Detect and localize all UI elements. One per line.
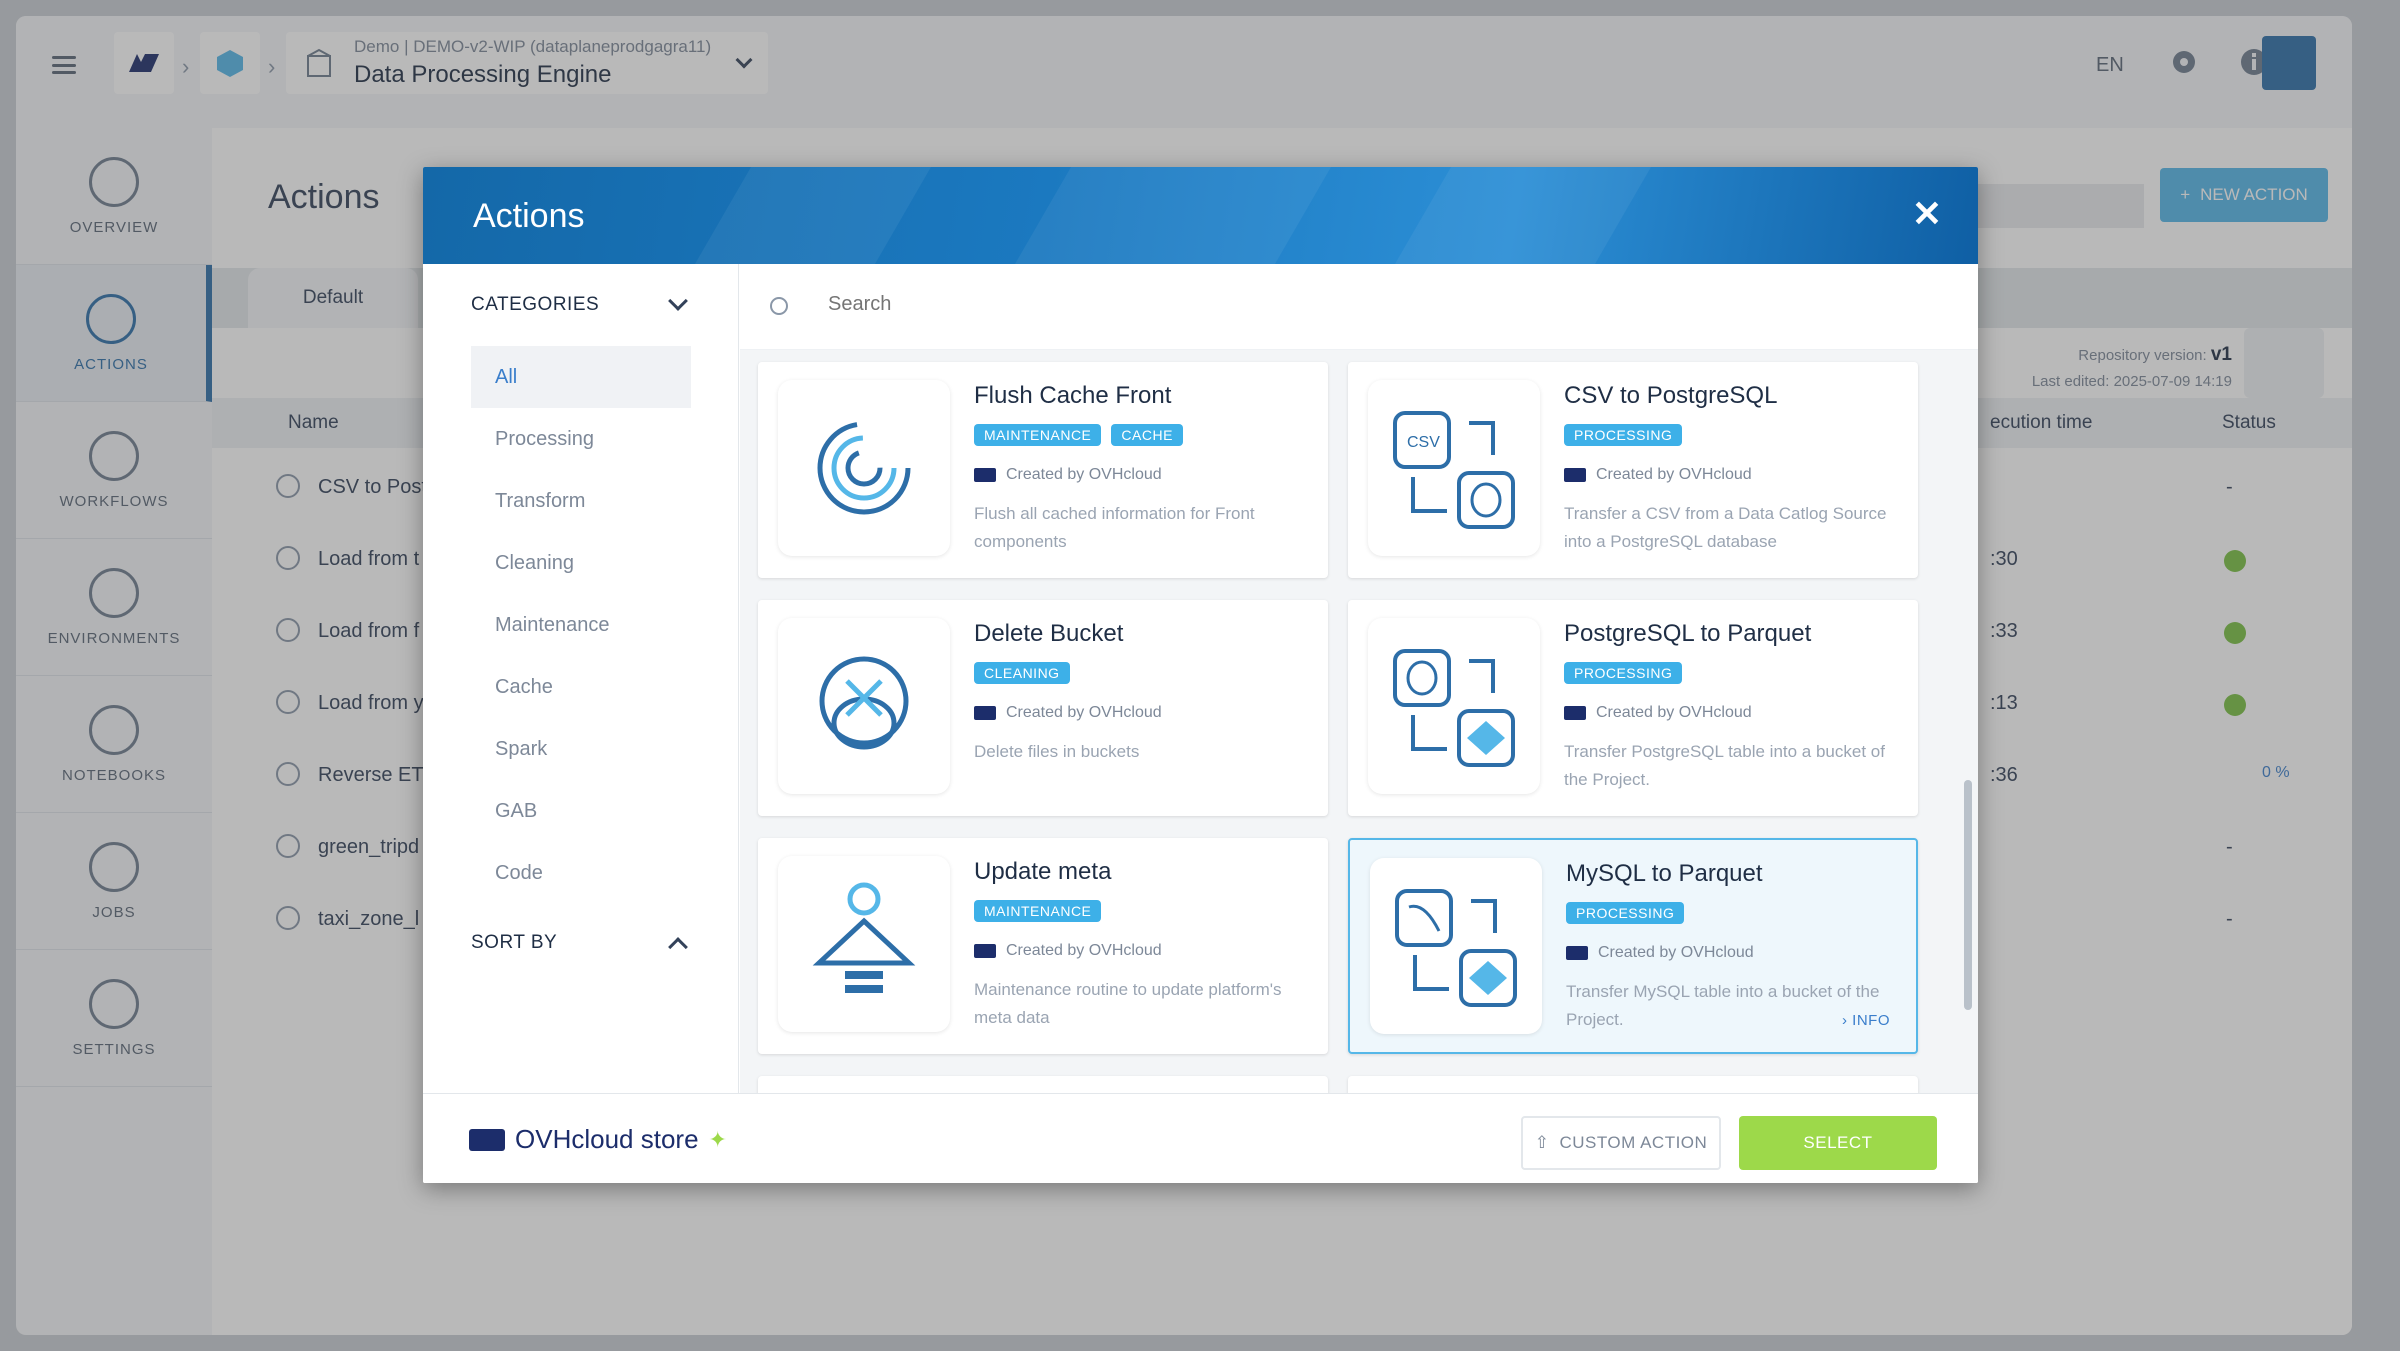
ovh-logo-icon: [469, 1128, 505, 1151]
upload-icon: ⇧: [1534, 1133, 1550, 1152]
tag-badge: PROCESSING: [1566, 902, 1685, 924]
card-description: Maintenance routine to update platform's…: [974, 980, 1282, 1027]
modal-footer: OVHcloud store ✦ ⇧ CUSTOM ACTION SELECT: [423, 1093, 1978, 1183]
category-spark[interactable]: Spark: [471, 718, 691, 780]
svg-text:CSV: CSV: [1407, 434, 1440, 451]
card-author: Created by OVHcloud: [1006, 942, 1162, 959]
modal-title: Actions: [473, 197, 585, 235]
ovh-logo-icon: [974, 706, 996, 720]
tag-badge: MAINTENANCE: [974, 424, 1102, 446]
ovh-logo-icon: [974, 468, 996, 482]
card-title: PostgreSQL to Parquet: [1564, 620, 1812, 647]
category-cache[interactable]: Cache: [471, 656, 691, 718]
action-card[interactable]: Delete Bucket CLEANING Created by OVHclo…: [758, 600, 1328, 816]
chevron-right-icon: ›: [1841, 1012, 1848, 1029]
categories-header[interactable]: CATEGORIES: [471, 294, 599, 316]
ovh-logo-icon: [1566, 946, 1588, 960]
card-author: Created by OVHcloud: [1006, 466, 1162, 483]
card-title: Delete Bucket: [974, 620, 1124, 647]
close-icon[interactable]: ✕: [1912, 193, 1942, 235]
modal-header: Actions ✕: [423, 167, 1978, 264]
search-icon: [770, 297, 788, 315]
category-sidebar: CATEGORIES All Processing Transform Clea…: [423, 264, 739, 1093]
select-button[interactable]: SELECT: [1739, 1116, 1937, 1170]
tag-badge: CLEANING: [974, 662, 1070, 684]
chevron-down-icon[interactable]: [668, 291, 688, 311]
card-description: Delete files in buckets: [974, 742, 1140, 761]
category-gab[interactable]: GAB: [471, 780, 691, 842]
action-card[interactable]: Flush Cache Front MAINTENANCE CACHE Creat…: [758, 362, 1328, 578]
card-title: CSV to PostgreSQL: [1564, 382, 1778, 409]
tag-badge: CACHE: [1111, 424, 1183, 446]
search-input[interactable]: [828, 293, 1728, 316]
card-author: Created by OVHcloud: [1006, 704, 1162, 721]
postgres-to-parquet-icon: [1368, 618, 1540, 794]
action-card[interactable]: [1348, 1076, 1918, 1093]
actions-modal: Actions ✕ CATEGORIES All Processing Tran…: [423, 167, 1978, 1183]
ovh-logo-icon: [1564, 706, 1586, 720]
card-title: MySQL to Parquet: [1566, 860, 1763, 887]
custom-action-button[interactable]: ⇧ CUSTOM ACTION: [1521, 1116, 1721, 1170]
delete-bucket-icon: [778, 618, 950, 794]
category-maintenance[interactable]: Maintenance: [471, 594, 691, 656]
tag-badge: PROCESSING: [1564, 662, 1683, 684]
upload-arrow-icon: [778, 856, 950, 1032]
card-author: Created by OVHcloud: [1596, 466, 1752, 483]
action-card[interactable]: [758, 1076, 1328, 1093]
info-label: INFO: [1852, 1012, 1890, 1029]
card-title: Flush Cache Front: [974, 382, 1172, 409]
ovhcloud-store-logo: OVHcloud store ✦: [469, 1124, 727, 1155]
info-link[interactable]: › INFO: [1842, 1012, 1890, 1029]
csv-to-postgres-icon: CSV: [1368, 380, 1540, 556]
tag-badge: MAINTENANCE: [974, 900, 1102, 922]
category-cleaning[interactable]: Cleaning: [471, 532, 691, 594]
actions-grid: Flush Cache Front MAINTENANCE CACHE Creat…: [740, 350, 1978, 1093]
card-author: Created by OVHcloud: [1596, 704, 1752, 721]
scrollbar[interactable]: [1964, 780, 1972, 1010]
category-all[interactable]: All: [471, 346, 691, 408]
search-bar: [740, 264, 1978, 350]
category-code[interactable]: Code: [471, 842, 691, 904]
category-processing[interactable]: Processing: [471, 408, 691, 470]
card-title: Update meta: [974, 858, 1112, 885]
chevron-up-icon[interactable]: [668, 937, 688, 957]
action-card[interactable]: CSV CSV to PostgreSQL PROCESSING Created…: [1348, 362, 1918, 578]
custom-action-label: CUSTOM ACTION: [1559, 1133, 1708, 1152]
action-card-selected[interactable]: MySQL to Parquet PROCESSING Created by O…: [1348, 838, 1918, 1054]
action-card[interactable]: Update meta MAINTENANCE Created by OVHcl…: [758, 838, 1328, 1054]
sparkle-icon: ✦: [708, 1126, 727, 1152]
brand-label: OVHcloud store: [515, 1124, 699, 1154]
card-author: Created by OVHcloud: [1598, 944, 1754, 961]
sort-by-header[interactable]: SORT BY: [471, 932, 557, 954]
card-description: Flush all cached information for Front c…: [974, 504, 1255, 551]
mysql-to-parquet-icon: [1370, 858, 1542, 1034]
action-card[interactable]: PostgreSQL to Parquet PROCESSING Created…: [1348, 600, 1918, 816]
card-description: Transfer PostgreSQL table into a bucket …: [1564, 742, 1885, 789]
card-description: Transfer a CSV from a Data Catlog Source…: [1564, 504, 1887, 551]
spiral-icon: [778, 380, 950, 556]
category-transform[interactable]: Transform: [471, 470, 691, 532]
ovh-logo-icon: [974, 944, 996, 958]
tag-badge: PROCESSING: [1564, 424, 1683, 446]
ovh-logo-icon: [1564, 468, 1586, 482]
